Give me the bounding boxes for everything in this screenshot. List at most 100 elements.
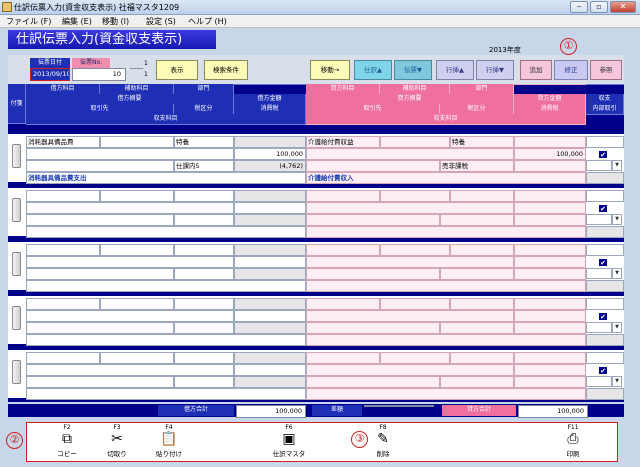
credit-tax-class-field[interactable] xyxy=(440,376,514,388)
credit-summary-field[interactable] xyxy=(306,310,514,322)
debit-account-field[interactable] xyxy=(26,352,100,364)
credit-summary-field[interactable] xyxy=(306,202,514,214)
debit-account-field[interactable] xyxy=(26,190,100,202)
internal-select[interactable] xyxy=(586,376,612,387)
credit-tax-field[interactable] xyxy=(514,268,586,280)
debit-tax-class-field[interactable] xyxy=(174,376,234,388)
debit-sub-field[interactable] xyxy=(100,298,174,310)
credit-tax-field[interactable] xyxy=(514,214,586,226)
credit-budget-field[interactable] xyxy=(306,226,586,238)
debit-partner-field[interactable] xyxy=(26,322,174,334)
credit-tax-class-field[interactable] xyxy=(440,214,514,226)
fkey-f4-button[interactable]: F4 📋 貼り付け xyxy=(137,423,201,463)
credit-dept-field[interactable] xyxy=(450,244,514,256)
credit-partner-field[interactable] xyxy=(306,160,440,172)
credit-amount-field[interactable] xyxy=(514,364,586,376)
internal-select[interactable] xyxy=(586,322,612,333)
debit-account-field[interactable] xyxy=(26,244,100,256)
debit-tax-class-field[interactable] xyxy=(174,214,234,226)
slip-up-button[interactable]: 仕訳▲ xyxy=(354,60,392,80)
internal-select[interactable] xyxy=(586,214,612,225)
income-checkbox[interactable]: ✔ xyxy=(598,258,608,267)
credit-sub-field[interactable] xyxy=(380,190,450,202)
credit-partner-field[interactable] xyxy=(306,376,440,388)
credit-account-field[interactable] xyxy=(306,244,380,256)
menu-move[interactable]: 移動 (I) xyxy=(102,16,129,27)
credit-summary-field[interactable] xyxy=(306,148,514,160)
credit-tax-field[interactable] xyxy=(514,322,586,334)
credit-amount-field[interactable] xyxy=(514,310,586,322)
credit-account-field[interactable] xyxy=(306,352,380,364)
debit-budget-field[interactable] xyxy=(26,334,306,346)
credit-tax-class-field[interactable] xyxy=(440,268,514,280)
income-checkbox[interactable]: ✔ xyxy=(598,312,608,321)
fkey-f11-button[interactable]: F11 ⎙ 印刷 xyxy=(541,423,605,463)
credit-tax-class-field[interactable] xyxy=(440,322,514,334)
credit-amount-field[interactable]: 100,000 xyxy=(514,148,586,160)
credit-amount-field[interactable] xyxy=(514,202,586,214)
debit-tax-field[interactable] xyxy=(234,268,306,280)
credit-budget-field[interactable]: 介護給付費収入 xyxy=(306,172,586,184)
debit-dept-field[interactable] xyxy=(174,298,234,310)
debit-dept-field[interactable] xyxy=(174,352,234,364)
internal-dropdown-icon[interactable]: ▼ xyxy=(612,160,622,171)
slip-no-input[interactable]: 10 xyxy=(72,68,126,81)
menu-file[interactable]: ファイル (F) xyxy=(6,16,51,27)
credit-sub-field[interactable] xyxy=(380,352,450,364)
debit-budget-field[interactable] xyxy=(26,280,306,292)
edit-mode-button[interactable]: 修正 xyxy=(554,60,588,80)
minimize-button[interactable]: ‒ xyxy=(570,1,588,13)
debit-tax-class-field[interactable]: 仕課内5 xyxy=(174,160,234,172)
internal-dropdown-icon[interactable]: ▼ xyxy=(612,268,622,279)
credit-dept-field[interactable]: 特養 xyxy=(450,136,514,148)
credit-budget-field[interactable] xyxy=(306,334,586,346)
credit-partner-field[interactable] xyxy=(306,322,440,334)
debit-sub-field[interactable] xyxy=(100,190,174,202)
debit-sub-field[interactable] xyxy=(100,136,174,148)
menu-edit[interactable]: 編集 (E) xyxy=(62,16,92,27)
credit-dept-field[interactable] xyxy=(450,298,514,310)
debit-tax-field[interactable] xyxy=(234,376,306,388)
credit-account-field[interactable] xyxy=(306,298,380,310)
fkey-f6-button[interactable]: F6 ▣ 仕訳マスタ xyxy=(257,423,321,463)
fusen-button[interactable] xyxy=(12,306,21,330)
income-checkbox[interactable]: ✔ xyxy=(598,150,608,159)
debit-sub-field[interactable] xyxy=(100,352,174,364)
debit-summary-field[interactable] xyxy=(26,202,234,214)
debit-budget-field[interactable] xyxy=(26,388,306,400)
debit-summary-field[interactable] xyxy=(26,256,234,268)
fusen-button[interactable] xyxy=(12,198,21,222)
credit-summary-field[interactable] xyxy=(306,364,514,376)
menu-help[interactable]: ヘルプ (H) xyxy=(188,16,227,27)
menu-settings[interactable]: 設定 (S) xyxy=(146,16,176,27)
reference-mode-button[interactable]: 参照 xyxy=(590,60,622,80)
internal-dropdown-icon[interactable]: ▼ xyxy=(612,214,622,225)
row-insert-down-button[interactable]: 行挿▼ xyxy=(476,60,514,80)
debit-summary-field[interactable] xyxy=(26,364,234,376)
debit-tax-class-field[interactable] xyxy=(174,268,234,280)
display-button[interactable]: 表示 xyxy=(156,60,198,80)
debit-tax-field[interactable] xyxy=(234,214,306,226)
debit-tax-field[interactable] xyxy=(234,322,306,334)
internal-dropdown-icon[interactable]: ▼ xyxy=(612,376,622,387)
move-button[interactable]: 移動→ xyxy=(310,60,350,80)
slip-down-button[interactable]: 伝票▼ xyxy=(394,60,432,80)
credit-account-field[interactable]: 介護給付費収益 xyxy=(306,136,380,148)
debit-summary-field[interactable] xyxy=(26,310,234,322)
debit-dept-field[interactable]: 特養 xyxy=(174,136,234,148)
debit-tax-field[interactable]: (4,762) xyxy=(234,160,306,172)
credit-sub-field[interactable] xyxy=(380,244,450,256)
income-checkbox[interactable]: ✔ xyxy=(598,366,608,375)
debit-dept-field[interactable] xyxy=(174,190,234,202)
row-insert-up-button[interactable]: 行挿▲ xyxy=(436,60,474,80)
credit-dept-field[interactable] xyxy=(450,190,514,202)
credit-sub-field[interactable] xyxy=(380,136,450,148)
debit-summary-field[interactable] xyxy=(26,148,234,160)
credit-amount-field[interactable] xyxy=(514,256,586,268)
credit-budget-field[interactable] xyxy=(306,388,586,400)
credit-budget-field[interactable] xyxy=(306,280,586,292)
debit-amount-field[interactable] xyxy=(234,364,306,376)
credit-partner-field[interactable] xyxy=(306,268,440,280)
internal-select[interactable] xyxy=(586,160,612,171)
add-mode-button[interactable]: 追加 xyxy=(520,60,552,80)
